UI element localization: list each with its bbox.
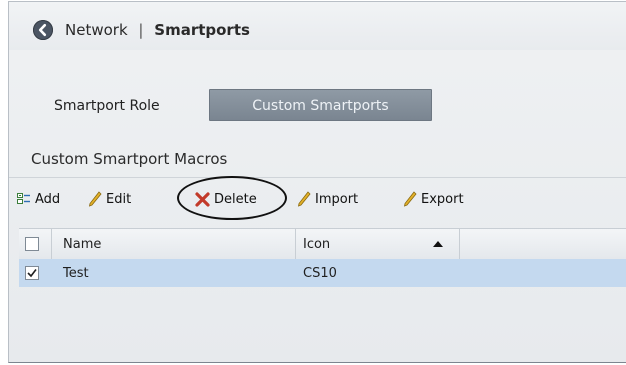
import-label: Import [315,191,359,207]
edit-button[interactable]: Edit [88,182,131,216]
column-divider [295,229,296,259]
delete-button[interactable]: Delete [195,182,257,216]
row-checkbox[interactable] [25,266,39,280]
section-title: Custom Smartport Macros [31,150,228,168]
smartports-panel: Network | Smartports Smartport Role Cust… [8,1,626,363]
chevron-left-icon [38,23,47,37]
edit-label: Edit [106,191,132,207]
back-button[interactable] [33,20,53,40]
pencil-icon [403,191,417,207]
export-label: Export [421,191,464,207]
add-list-icon [17,193,30,204]
breadcrumb-separator: | [138,21,144,39]
section-divider [9,177,626,178]
row-name: Test [63,265,89,281]
select-all-cell [25,229,39,259]
delete-label: Delete [214,191,257,207]
pencil-icon [297,191,311,207]
import-button[interactable]: Import [297,182,358,216]
row-icon: CS10 [303,265,337,281]
select-all-checkbox[interactable] [25,237,39,251]
sort-ascending-icon[interactable] [433,229,443,259]
add-label: Add [35,191,61,207]
page-header: Network | Smartports [9,2,626,50]
column-header-icon[interactable]: Icon [303,229,330,259]
table-header: Name Icon [19,228,626,260]
add-button[interactable]: Add [17,182,60,216]
column-divider [459,229,460,259]
table-row[interactable]: Test CS10 [19,259,626,287]
page-title: Smartports [154,21,250,39]
column-divider [51,229,52,259]
checkmark-icon [27,269,37,278]
toolbar: Add Edit Delete Import Export [9,182,626,216]
delete-x-icon [195,191,210,207]
breadcrumb: Network | Smartports [65,20,250,40]
pencil-icon [88,191,102,207]
column-header-name[interactable]: Name [63,229,101,259]
tab-smartport-role[interactable]: Smartport Role [54,89,160,123]
tab-custom-smartports[interactable]: Custom Smartports [209,89,432,121]
breadcrumb-network[interactable]: Network [65,21,128,39]
export-button[interactable]: Export [403,182,464,216]
row-select-cell [25,259,39,287]
